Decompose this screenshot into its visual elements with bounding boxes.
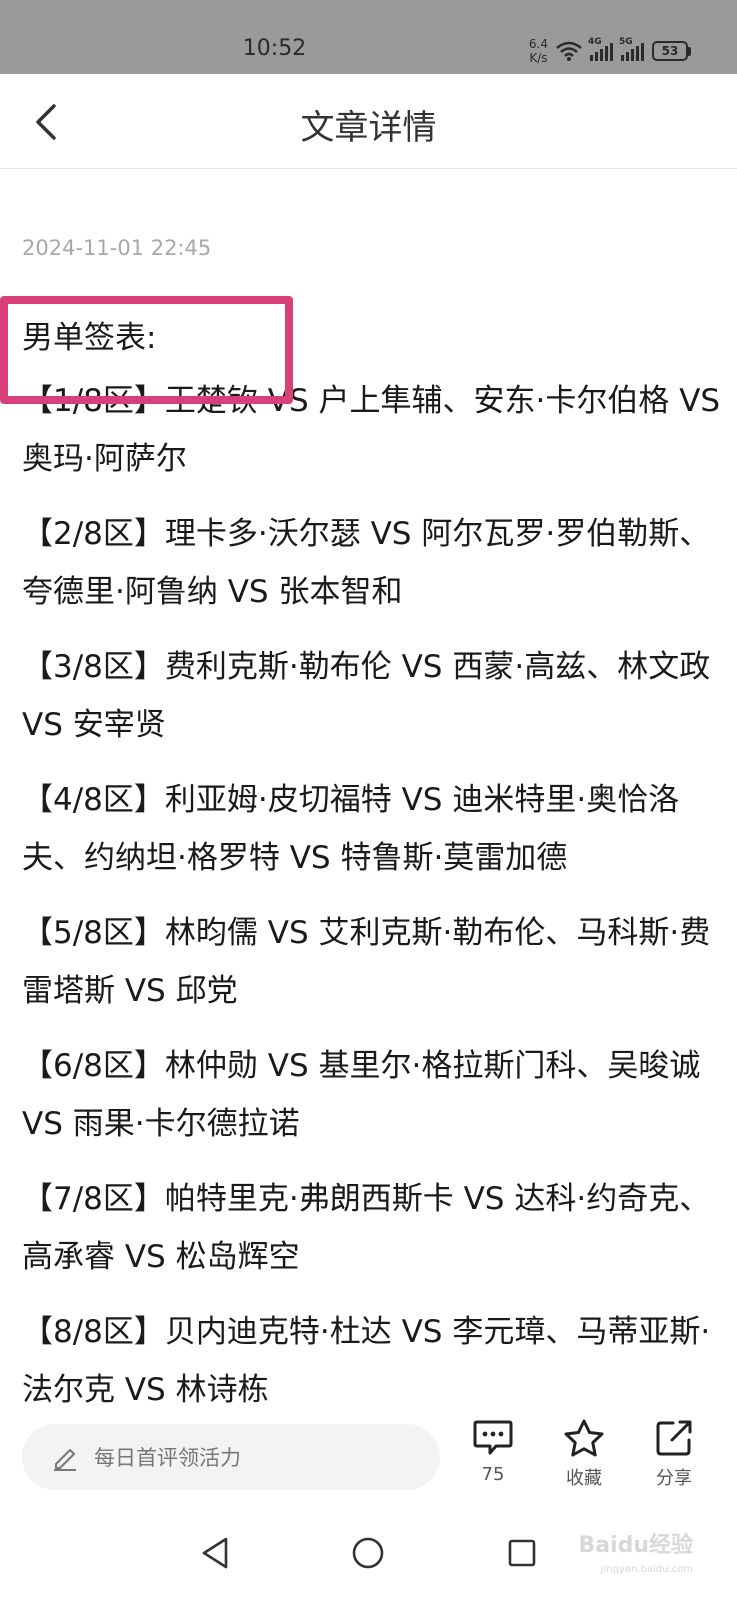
- favorite-button[interactable]: 收藏: [544, 1418, 624, 1490]
- triangle-back-icon: [202, 1537, 228, 1569]
- list-item: 【1/8区】王楚钦 VS 户上隼辅、安东·卡尔伯格 VS 奥玛·阿萨尔: [22, 383, 721, 477]
- list-item: 【6/8区】林仲勋 VS 基里尔·格拉斯门科、吴晙诚 VS 雨果·卡尔德拉诺: [22, 1048, 701, 1142]
- article-body[interactable]: 2024-11-01 22:45 男单签表: 【1/8区】王楚钦 VS 户上隼辅…: [22, 236, 722, 1411]
- share-icon: [656, 1420, 692, 1456]
- battery-icon: 53: [652, 41, 691, 61]
- share-label: 分享: [656, 1468, 692, 1489]
- list-item: 【8/8区】贝内迪克特·杜达 VS 李元璋、马蒂亚斯·法尔克 VS 林诗栋: [22, 1314, 711, 1408]
- square-recents-icon: [508, 1539, 536, 1567]
- favorite-label: 收藏: [566, 1468, 602, 1489]
- comment-icon: [473, 1420, 513, 1455]
- article-date: 2024-11-01 22:45: [22, 236, 212, 260]
- system-nav-bar: Baidu经验 jingyan.baidu.com: [0, 1508, 737, 1600]
- signal-4g-icon: 4G: [588, 37, 613, 61]
- share-button[interactable]: 分享: [634, 1418, 714, 1490]
- star-icon: [564, 1419, 604, 1457]
- list-item: 【7/8区】帕特里克·弗朗西斯卡 VS 达科·约奇克、高承睿 VS 松岛辉空: [22, 1181, 711, 1275]
- system-recents-button[interactable]: [497, 1528, 547, 1578]
- battery-level: 53: [652, 41, 688, 61]
- system-home-button[interactable]: [343, 1528, 393, 1578]
- page-title: 文章详情: [300, 108, 437, 148]
- system-back-button[interactable]: [190, 1528, 240, 1578]
- list-item: 【4/8区】利亚姆·皮切福特 VS 迪米特里·奥恰洛夫、约纳坦·格罗特 VS 特…: [22, 782, 680, 876]
- network-speed: 6.4 K/s: [528, 37, 548, 65]
- status-bar: 10:52 6.4 K/s 4G 5G 53: [0, 0, 737, 74]
- comment-input[interactable]: 每日首评领活力: [22, 1424, 440, 1490]
- nav-header: 文章详情: [0, 74, 737, 169]
- draw-list: 【1/8区】王楚钦 VS 户上隼辅、安东·卡尔伯格 VS 奥玛·阿萨尔 【2/8…: [22, 372, 722, 1411]
- bottom-action-bar: 每日首评领活力 75 收藏 分享: [0, 1408, 737, 1508]
- pencil-icon: [54, 1449, 76, 1471]
- comment-count: 75: [481, 1464, 505, 1485]
- circle-home-icon: [352, 1537, 384, 1569]
- list-item: 【3/8区】费利克斯·勒布伦 VS 西蒙·高兹、林文政 VS 安宰贤: [22, 649, 711, 743]
- section-title: 男单签表:: [22, 320, 157, 356]
- signal-5g-icon: 5G: [619, 37, 644, 61]
- list-item: 【2/8区】理卡多·沃尔瑟 VS 阿尔瓦罗·罗伯勒斯、夸德里·阿鲁纳 VS 张本…: [22, 516, 711, 610]
- comment-button[interactable]: 75: [453, 1418, 533, 1485]
- list-item: 【5/8区】林昀儒 VS 艾利克斯·勒布伦、马科斯·费雷塔斯 VS 邱党: [22, 915, 711, 1009]
- wifi-icon: [556, 41, 582, 61]
- comment-placeholder: 每日首评领活力: [94, 1446, 241, 1470]
- baidu-watermark: Baidu经验 jingyan.baidu.com: [578, 1533, 693, 1576]
- status-icons: 6.4 K/s 4G 5G 53: [529, 36, 691, 66]
